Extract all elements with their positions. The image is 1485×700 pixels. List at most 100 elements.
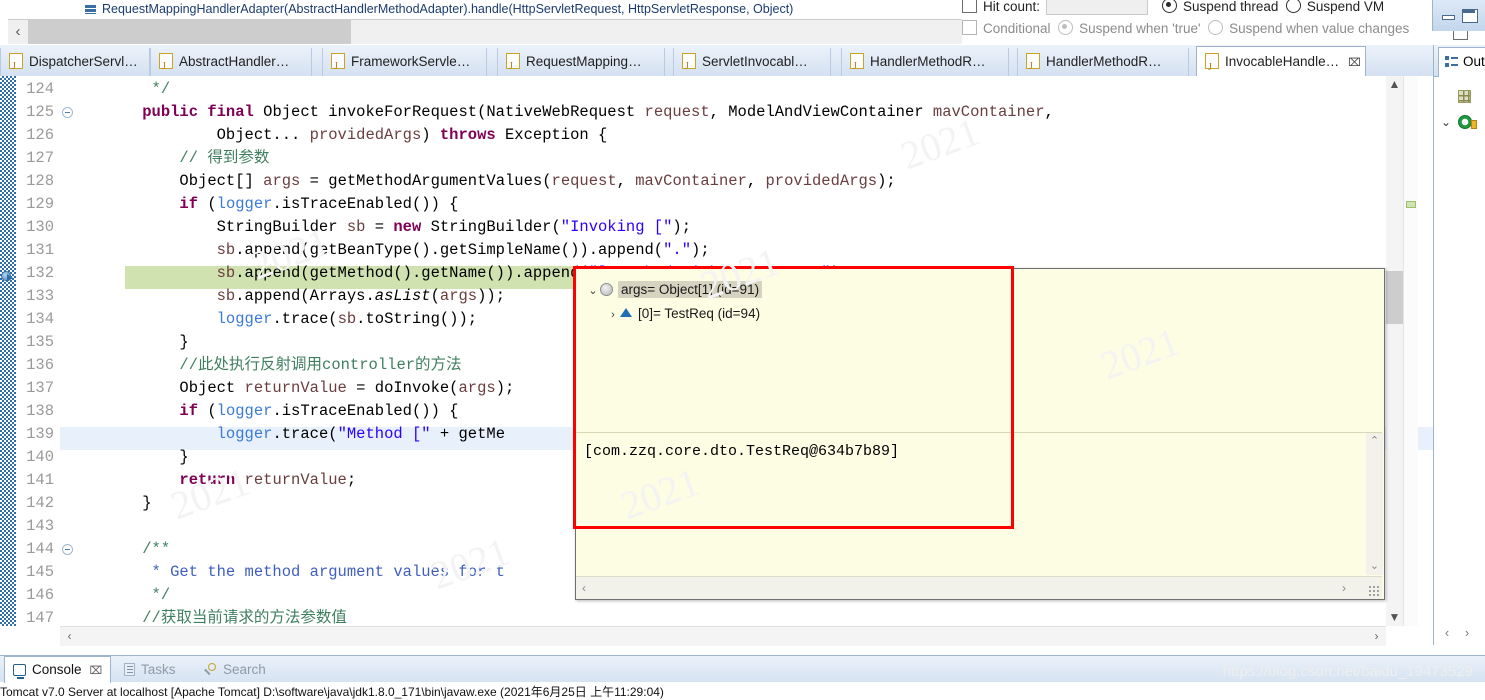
outline-horizontal-scroll[interactable]: ‹ › (1438, 620, 1484, 646)
code-line[interactable]: logger.trace("Method [" + getMe (105, 423, 505, 446)
stack-frame-icon (85, 5, 96, 14)
suspend-when-value-changes-radio[interactable] (1208, 20, 1224, 35)
overview-marker[interactable] (1406, 201, 1416, 208)
bottom-tab-tasks[interactable]: Tasks (116, 658, 184, 682)
close-icon[interactable]: ⌧ (1348, 57, 1361, 69)
suspend-when-true-radio[interactable] (1058, 20, 1074, 35)
scroll-up-arrow-icon[interactable]: ⌃ (1366, 433, 1383, 450)
code-line[interactable]: sb.append(Arrays.asList(args)); (105, 285, 505, 308)
editor-tab-label: AbstractHandler… (179, 54, 290, 69)
editor-tab-2[interactable]: FrameworkServle… (322, 48, 487, 80)
editor-tab-0[interactable]: DispatcherServl… (0, 48, 150, 80)
outline-icon (1445, 56, 1458, 68)
code-line[interactable]: */ (105, 584, 171, 607)
code-line[interactable]: /** (105, 538, 170, 561)
editor-tab-3[interactable]: RequestMapping… (497, 48, 665, 80)
variable-tree-node[interactable]: ⌄ args= Object[1] (id=91) (586, 279, 763, 302)
stack-frame-label: RequestMappingHandlerAdapter(AbstractHan… (102, 2, 794, 16)
code-line[interactable]: //此处执行反射调用controller的方法 (105, 354, 461, 377)
outline-row-package[interactable] (1434, 85, 1485, 107)
code-line[interactable]: sb.append(getBeanType().getSimpleName())… (105, 239, 710, 262)
scroll-left-arrow-icon[interactable]: ‹ (8, 20, 28, 44)
popup-horizontal-scrollbar[interactable]: ‹ › (576, 576, 1382, 599)
suspend-thread-label: Suspend thread (1183, 0, 1279, 14)
stack-frame-line[interactable]: RequestMappingHandlerAdapter(AbstractHan… (85, 2, 793, 16)
code-line[interactable]: logger.trace(sb.toString()); (105, 308, 477, 331)
outline-tree[interactable]: ⌄ (1434, 77, 1485, 646)
code-line[interactable]: * Get the method argument values for t (105, 561, 505, 584)
minimize-icon[interactable] (1441, 9, 1455, 21)
chevron-down-icon[interactable]: ⌄ (1441, 115, 1451, 129)
hit-count-checkbox[interactable] (962, 0, 977, 13)
editor-tab-7[interactable]: InvocableHandle… ⌧ (1196, 46, 1366, 83)
outline-row-class[interactable]: ⌄ (1434, 111, 1485, 133)
hit-count-label: Hit count: (983, 0, 1041, 14)
watermark-text: https://blog.csdn.net/baidu_19473529 (1222, 663, 1473, 680)
code-line[interactable]: //获取当前请求的方法参数值 (105, 607, 347, 626)
scroll-down-arrow-icon[interactable]: ▼ (1386, 609, 1403, 626)
scrollbar-thumb[interactable] (1386, 271, 1403, 324)
scroll-left-arrow-icon[interactable]: ‹ (582, 577, 586, 599)
editor-window-controls (1432, 0, 1485, 31)
scroll-right-arrow-icon[interactable]: › (1367, 627, 1386, 646)
bottom-tab-console[interactable]: Console ⌧ (4, 656, 112, 683)
line-number: 143 (26, 517, 54, 535)
line-number: 129 (26, 195, 54, 213)
line-number: 137 (26, 379, 54, 397)
code-line[interactable]: if (logger.isTraceEnabled()) { (105, 193, 458, 216)
tab-outline[interactable]: Outl (1438, 47, 1485, 77)
editor-overview-ruler[interactable] (1403, 76, 1418, 626)
code-line[interactable]: } (105, 331, 188, 354)
scrollbar-thumb[interactable] (79, 627, 1367, 646)
bottom-tab-search[interactable]: Search (196, 658, 274, 682)
variable-detail-pane[interactable]: [com.zzq.core.dto.TestReq@634b7b89] (576, 433, 1365, 575)
debug-variable-popup[interactable]: ⌄ args= Object[1] (id=91) › [0]= TestReq (i… (575, 268, 1385, 600)
editor-tab-5[interactable]: HandlerMethodR… (841, 48, 1009, 80)
code-line[interactable]: Object... providedArgs) throws Exception… (105, 124, 608, 147)
close-icon[interactable]: ⌧ (90, 665, 103, 677)
code-line[interactable]: if (logger.isTraceEnabled()) { (105, 400, 458, 423)
scroll-left-arrow-icon[interactable]: ‹ (1438, 620, 1456, 646)
code-line[interactable]: Object[] args = getMethodArgumentValues(… (105, 170, 895, 193)
code-line[interactable]: */ (105, 78, 171, 101)
maximize-icon[interactable] (1462, 9, 1478, 23)
editor-tab-4[interactable]: ServletInvocabl… (673, 48, 831, 80)
code-line[interactable]: public final Object invokeForRequest(Nat… (105, 101, 1054, 124)
code-line[interactable]: // 得到参数 (105, 147, 269, 170)
line-number: 124 (26, 80, 54, 98)
code-line[interactable]: StringBuilder sb = new StringBuilder("In… (105, 216, 691, 239)
line-number: 140 (26, 448, 54, 466)
editor-tab-1[interactable]: AbstractHandler… (150, 48, 312, 80)
scroll-right-arrow-icon[interactable]: › (1458, 620, 1476, 646)
java-file-icon (1205, 53, 1219, 83)
editor-vertical-scrollbar[interactable]: ▲ ▼ (1386, 76, 1403, 626)
variable-tree[interactable]: ⌄ args= Object[1] (id=91) › [0]= TestReq (i… (576, 269, 1382, 432)
detail-vertical-scrollbar[interactable]: ⌃ ⌄ (1366, 433, 1383, 575)
code-line[interactable]: return returnValue; (105, 469, 356, 492)
scroll-right-arrow-icon[interactable]: › (1342, 577, 1346, 599)
line-number: 138 (26, 402, 54, 420)
breakpoint-options: Hit count: Suspend thread Suspend VM Cond… (962, 0, 1485, 45)
hit-count-input[interactable] (1046, 0, 1149, 15)
suspend-vm-radio[interactable] (1285, 0, 1301, 13)
editor-tab-6[interactable]: HandlerMethodR… (1017, 48, 1189, 80)
code-line[interactable]: } (105, 446, 188, 469)
editor-horizontal-scrollbar[interactable]: ‹ › (60, 626, 1386, 646)
resize-grip-icon[interactable] (1368, 585, 1379, 596)
chevron-down-icon[interactable]: ⌄ (586, 280, 600, 302)
suspend-thread-radio[interactable] (1162, 0, 1178, 13)
variable-tree-node[interactable]: › [0]= TestReq (id=94) (606, 303, 760, 325)
conditional-label: Conditional (983, 21, 1051, 36)
scroll-down-arrow-icon[interactable]: ⌄ (1366, 558, 1383, 575)
scroll-up-arrow-icon[interactable]: ▲ (1386, 76, 1403, 93)
scroll-left-arrow-icon[interactable]: ‹ (60, 627, 79, 646)
stack-horizontal-scrollbar[interactable]: ‹ › (8, 19, 985, 44)
chevron-right-icon[interactable]: › (606, 304, 620, 326)
code-line[interactable]: } (105, 492, 151, 515)
line-number: 130 (26, 218, 54, 236)
code-line[interactable]: Object returnValue = doInvoke(args); (105, 377, 514, 400)
conditional-checkbox[interactable] (962, 20, 977, 35)
editor-tab-label: ServletInvocabl… (702, 54, 808, 69)
line-number: 146 (26, 586, 54, 604)
scrollbar-thumb[interactable] (28, 20, 351, 44)
